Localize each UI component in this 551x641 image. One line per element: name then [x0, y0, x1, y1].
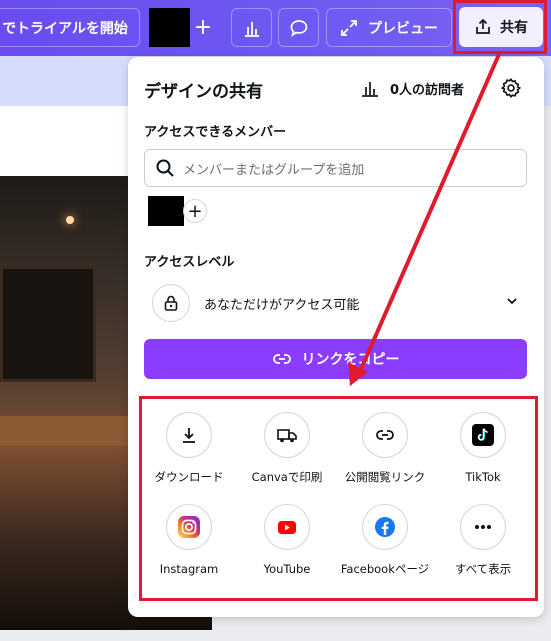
plus-icon: + [193, 15, 213, 40]
access-level-select[interactable]: あなただけがアクセス可能 [144, 280, 527, 326]
gear-icon [500, 77, 522, 99]
search-icon [156, 159, 174, 177]
members-heading: アクセスできるメンバー [144, 125, 287, 140]
access-level-heading: アクセスレベル [144, 255, 235, 270]
plus-icon: + [187, 200, 203, 222]
link-icon [272, 354, 291, 364]
settings-button[interactable] [500, 77, 522, 99]
collaborator-avatar[interactable] [149, 8, 190, 47]
share-button[interactable]: 共有 [459, 7, 543, 47]
comment-button[interactable] [278, 8, 319, 47]
panel-title: デザインの共有 [144, 82, 263, 102]
add-member-button[interactable]: + [183, 199, 207, 223]
start-trial-button[interactable]: でトライアルを開始 [0, 8, 140, 47]
member-avatar[interactable] [148, 196, 184, 226]
upload-icon [476, 18, 490, 34]
add-collaborator-button[interactable]: + [189, 8, 217, 47]
preview-label: プレビュー [368, 20, 438, 37]
copy-link-button[interactable]: リンクをコピー [144, 339, 527, 379]
bar-chart-icon [244, 21, 259, 37]
share-panel: デザインの共有 0人の訪問者 アクセスできるメンバー メンバーまたはグループを追… [128, 57, 544, 617]
lock-icon [152, 284, 190, 322]
access-level-value: あなただけがアクセス可能 [204, 297, 360, 313]
analytics-button[interactable] [231, 8, 272, 47]
visitors-label: 0人の訪問者 [390, 83, 465, 98]
options-highlight-box [139, 396, 538, 601]
preview-button[interactable]: プレビュー [326, 8, 452, 47]
copy-link-label: リンクをコピー [301, 352, 400, 368]
start-trial-label: でトライアルを開始 [2, 20, 128, 37]
comment-icon [290, 19, 307, 37]
member-search-input[interactable]: メンバーまたはグループを追加 [144, 149, 527, 187]
visitors-button[interactable]: 0人の訪問者 [360, 79, 464, 98]
search-placeholder: メンバーまたはグループを追加 [183, 162, 365, 178]
bar-chart-icon [362, 81, 378, 97]
share-label: 共有 [500, 20, 528, 36]
chevron-down-icon [507, 298, 517, 305]
expand-icon [341, 19, 357, 36]
